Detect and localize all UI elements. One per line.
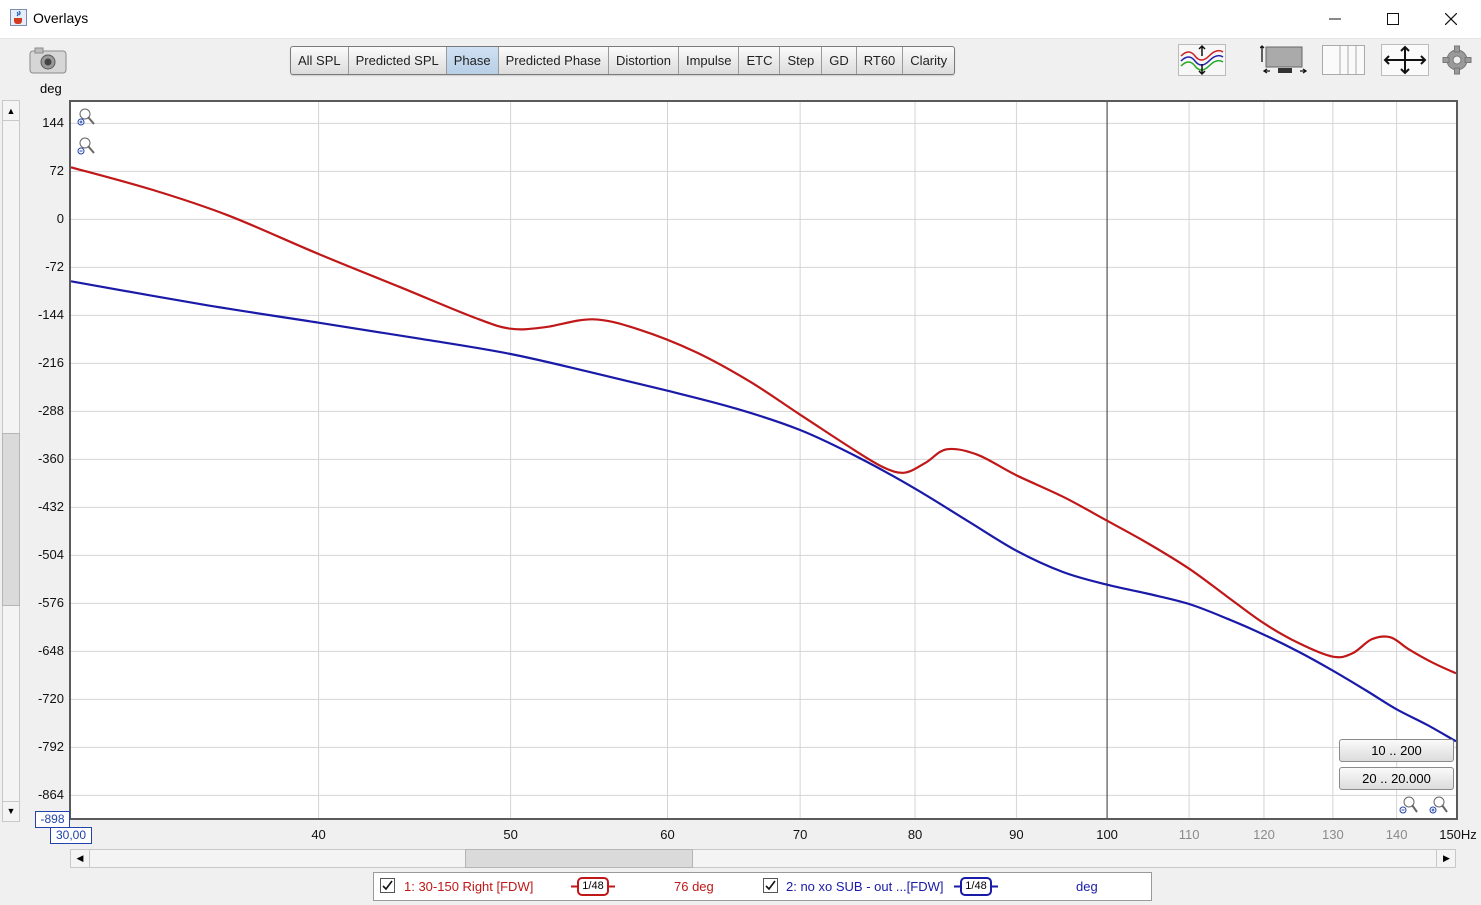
x-end-label: 150Hz <box>1439 827 1477 842</box>
trace1-cursor-value: 76 deg <box>674 879 714 894</box>
tab-etc[interactable]: ETC <box>739 47 781 74</box>
y-tick-label: -648 <box>37 643 64 659</box>
series-line-1 <box>71 166 1456 675</box>
x-min-input[interactable]: 30,00 <box>50 827 92 844</box>
range-10-200-button[interactable]: 10 .. 200 <box>1339 739 1454 762</box>
scroll-right-arrow-icon[interactable]: ▶ <box>1436 850 1456 867</box>
x-tick-label: 40 <box>311 827 326 842</box>
trace2-checkbox[interactable] <box>763 878 778 893</box>
x-tick-label: 140 <box>1385 827 1408 842</box>
tab-rt60[interactable]: RT60 <box>857 47 904 74</box>
tab-clarity[interactable]: Clarity <box>903 47 954 74</box>
x-tick-label: 70 <box>792 827 808 842</box>
zoom-out-horizontal-icon[interactable] <box>1398 795 1418 815</box>
zoom-in-horizontal-icon[interactable] <box>1428 795 1448 815</box>
graph-tabs: All SPL Predicted SPL Phase Predicted Ph… <box>290 46 956 75</box>
y-tick-label: 144 <box>42 115 64 131</box>
trace2-cursor-value: deg <box>1076 879 1098 894</box>
checkmark-icon <box>382 880 393 891</box>
x-tick-label: 120 <box>1253 827 1275 842</box>
trace2-smoothing: 1/48 <box>965 880 987 892</box>
java-cup-icon <box>10 9 27 26</box>
y-tick-label: -216 <box>37 355 64 371</box>
camera-icon[interactable] <box>29 46 67 74</box>
zoom-out-vertical-icon[interactable] <box>77 136 97 156</box>
y-tick-label: -864 <box>37 787 64 803</box>
tab-all-spl[interactable]: All SPL <box>291 47 349 74</box>
gear-icon[interactable] <box>1441 44 1473 76</box>
close-button[interactable] <box>1422 0 1480 38</box>
controls-panel-icon[interactable] <box>1260 44 1308 76</box>
x-tick-label: 80 <box>907 827 923 842</box>
trace1-smoothing-badge[interactable]: 1/48 <box>571 877 615 896</box>
y-tick-label: -792 <box>37 739 64 755</box>
scroll-up-arrow-icon[interactable]: ▲ <box>3 102 19 121</box>
tab-distortion[interactable]: Distortion <box>609 47 679 74</box>
trace1-checkbox[interactable] <box>380 878 395 893</box>
tab-gd[interactable]: GD <box>822 47 857 74</box>
tab-phase[interactable]: Phase <box>446 47 499 74</box>
y-tick-label: -72 <box>45 259 64 275</box>
minimize-button[interactable] <box>1306 0 1364 38</box>
x-tick-label: 60 <box>660 827 675 842</box>
x-tick-label: 50 <box>503 827 518 842</box>
y-tick-label: -504 <box>37 547 64 563</box>
window-title: Overlays <box>33 10 89 26</box>
maximize-icon <box>1387 13 1399 25</box>
x-tick-label: 130 <box>1321 827 1344 842</box>
y-tick-label: -360 <box>37 451 64 467</box>
y-tick-label: -576 <box>37 595 64 611</box>
y-tick-label: -720 <box>37 691 64 707</box>
tab-impulse[interactable]: Impulse <box>679 47 740 74</box>
trace2-smoothing-badge[interactable]: 1/48 <box>954 877 998 896</box>
y-tick-label: -144 <box>37 307 64 323</box>
range-20-20000-button[interactable]: 20 .. 20.000 <box>1339 767 1454 790</box>
horizontal-scrollbar[interactable] <box>70 849 1456 868</box>
grid <box>71 102 1456 818</box>
minimize-icon <box>1329 18 1341 20</box>
close-icon <box>1445 13 1457 25</box>
horizontal-scroll-thumb[interactable] <box>465 849 693 868</box>
phase-chart[interactable] <box>71 102 1456 818</box>
trace1-smoothing: 1/48 <box>582 880 604 892</box>
tab-predicted-spl[interactable]: Predicted SPL <box>349 47 447 74</box>
trace1-label: 1: 30-150 Right [FDW] <box>404 879 534 894</box>
zoom-in-vertical-icon[interactable] <box>77 107 97 127</box>
y-tick-label: -432 <box>37 499 64 515</box>
title-bar: Overlays <box>0 0 1481 39</box>
trace2-label: 2: no xo SUB - out ...[FDW] <box>786 879 944 894</box>
x-tick-label: 90 <box>1009 827 1024 842</box>
tab-predicted-phase[interactable]: Predicted Phase <box>499 47 610 74</box>
x-tick-label: 100 <box>1096 827 1118 842</box>
scroll-left-arrow-icon[interactable]: ◀ <box>71 850 90 867</box>
trace-arrange-icon[interactable] <box>1178 44 1226 76</box>
x-tick-label: 110 <box>1178 827 1200 842</box>
vertical-scroll-thumb[interactable] <box>2 433 20 606</box>
move-arrows-icon[interactable] <box>1381 44 1429 76</box>
y-tick-label: 0 <box>56 211 64 227</box>
y-axis-unit: deg <box>40 81 62 96</box>
y-min-input[interactable]: -898 <box>35 811 70 828</box>
columns-icon[interactable] <box>1320 44 1368 76</box>
scroll-down-arrow-icon[interactable]: ▼ <box>3 801 19 820</box>
maximize-button[interactable] <box>1364 0 1422 38</box>
series-line-2 <box>71 280 1456 743</box>
y-tick-label: -288 <box>37 403 64 419</box>
checkmark-icon <box>765 880 776 891</box>
y-tick-label: 72 <box>49 163 64 179</box>
series-layer <box>71 166 1456 743</box>
tab-step[interactable]: Step <box>780 47 823 74</box>
